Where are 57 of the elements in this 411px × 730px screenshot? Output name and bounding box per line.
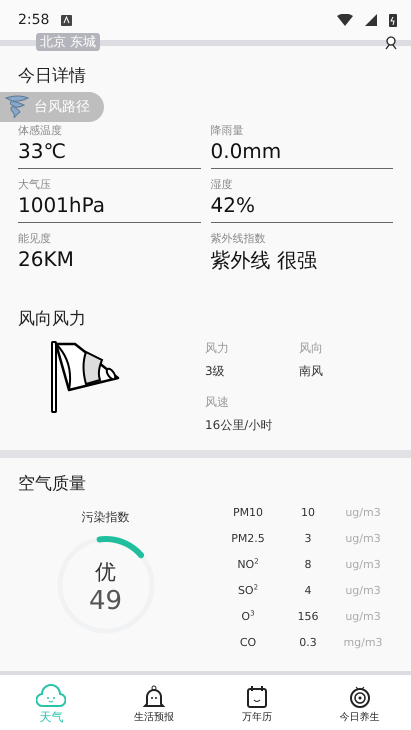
detail-label: 体感温度	[18, 123, 63, 138]
detail-value: 0.0mm	[210, 139, 282, 163]
wind-value: 16公里/小时	[205, 417, 274, 434]
detail-label: 紫外线指数	[210, 231, 266, 246]
person-icon[interactable]	[385, 36, 397, 50]
pollutant-name: O$^{3}$	[240, 609, 256, 625]
calendar-icon	[246, 685, 268, 709]
nav-tab[interactable]: 今日养生	[308, 675, 411, 730]
pollutant-value: 4	[304, 583, 312, 599]
detail-value: 33℃	[18, 139, 67, 163]
location-text: 北京 东城	[36, 33, 100, 51]
pollutant-value: 10	[300, 505, 316, 521]
detail-value: 紫外线 很强	[210, 247, 318, 274]
wind-value: 3级	[205, 363, 226, 380]
detail-label: 湿度	[210, 177, 234, 192]
wifi-icon	[337, 14, 353, 26]
pollutant-unit: ug/m3	[344, 583, 382, 599]
pollutant-unit: ug/m3	[344, 505, 382, 521]
wind-value: 南风	[299, 363, 324, 380]
pollutant-value: 3	[304, 531, 312, 547]
wind-label: 风向	[299, 340, 324, 357]
wind-label: 风速	[205, 394, 230, 411]
pollutant-unit: ug/m3	[344, 609, 382, 625]
detail-value: 1001hPa	[18, 193, 106, 217]
signal-icon	[365, 14, 377, 26]
pollutant-unit: ug/m3	[344, 557, 382, 573]
nav-tab[interactable]: 生活预报	[102, 675, 206, 730]
pollutant-name: NO$^{2}$	[236, 557, 260, 573]
aqi-grade: 优	[95, 559, 116, 586]
section-title: 风向风力	[18, 308, 86, 330]
radar-icon	[348, 685, 371, 709]
detail-value: 26KM	[18, 247, 75, 271]
aqi-value: 49	[88, 586, 122, 616]
bell-icon	[143, 685, 166, 709]
detail-label: 降雨量	[210, 123, 244, 138]
index-label: 污染指数	[82, 509, 130, 526]
section-title: 今日详情	[18, 65, 86, 87]
battery-icon	[389, 13, 397, 27]
detail-label: 大气压	[18, 177, 52, 192]
pollutant-value: 0.3	[298, 635, 318, 651]
section-title: 空气质量	[18, 473, 86, 495]
pollutant-value: 8	[304, 557, 312, 573]
pollutant-name: CO	[238, 635, 258, 651]
pollutant-unit: mg/m3	[342, 635, 384, 651]
tornado-icon	[4, 94, 30, 120]
pollutant-value: 156	[296, 609, 320, 625]
nav-tab[interactable]: 万年历	[206, 675, 308, 730]
detail-label: 能见度	[18, 231, 52, 246]
pollutant-name: PM2.5	[230, 531, 266, 547]
detail-value: 42%	[210, 193, 256, 217]
pollutant-name: SO$^{2}$	[236, 583, 260, 599]
wind-label: 风力	[205, 340, 230, 357]
status-time: 2:58	[18, 12, 50, 28]
pollutant-unit: ug/m3	[344, 531, 382, 547]
notification-icon	[61, 14, 72, 26]
cloud-icon	[36, 684, 66, 708]
pollutant-name: PM10	[232, 505, 264, 521]
